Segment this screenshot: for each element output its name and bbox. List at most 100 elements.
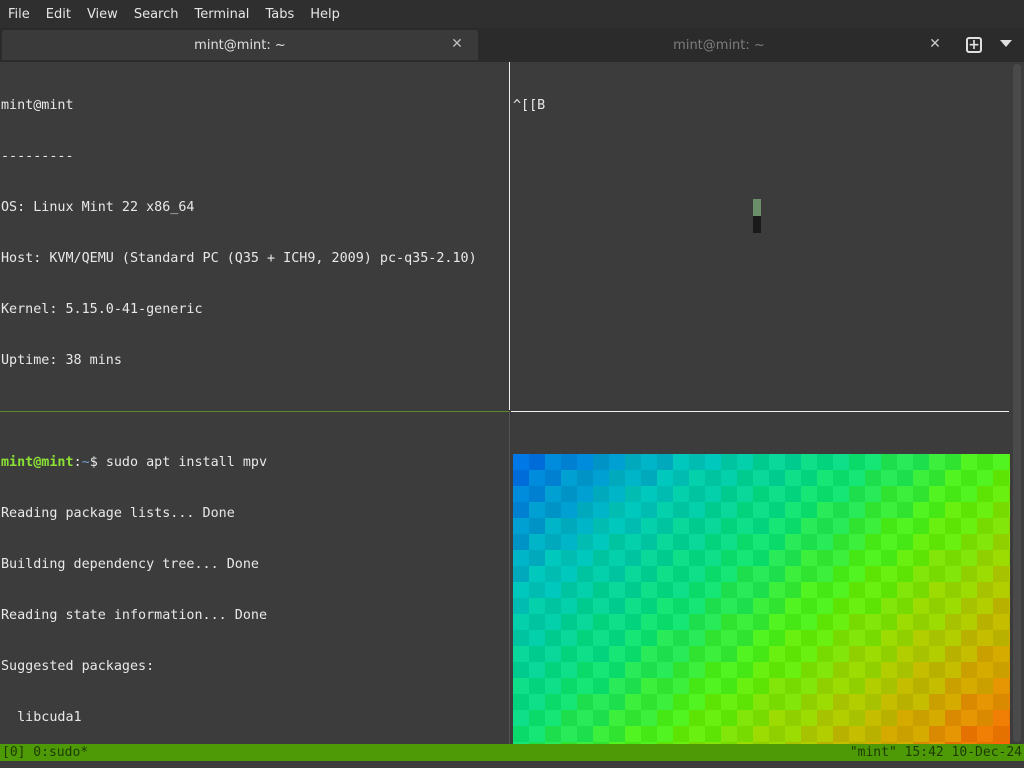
gradient-cell <box>673 502 689 518</box>
gradient-cell <box>561 582 577 598</box>
gradient-cell <box>561 518 577 534</box>
gradient-cell <box>913 678 929 694</box>
gradient-cell <box>625 662 641 678</box>
gradient-cell <box>737 694 753 710</box>
gradient-cell <box>689 534 705 550</box>
gradient-cell <box>769 550 785 566</box>
menu-search[interactable]: Search <box>126 7 187 22</box>
gradient-cell <box>769 454 785 470</box>
gradient-cell <box>625 630 641 646</box>
plus-square-icon[interactable]: + <box>966 37 982 53</box>
gradient-cell <box>1009 454 1010 470</box>
gradient-cell <box>849 614 865 630</box>
tab-terminal-1[interactable]: mint@mint: ~ ✕ <box>2 30 478 60</box>
gradient-cell <box>609 598 625 614</box>
gradient-cell <box>689 486 705 502</box>
gradient-cell <box>737 470 753 486</box>
gradient-cell <box>625 710 641 726</box>
tab-terminal-2[interactable]: mint@mint: ~ ✕ <box>482 30 956 60</box>
status-window-list[interactable]: [0] 0:sudo* <box>2 744 88 761</box>
tmux-pane-bottom-right[interactable] <box>513 420 1010 744</box>
gradient-cell <box>913 454 929 470</box>
gradient-cell <box>833 502 849 518</box>
gradient-cell <box>897 454 913 470</box>
gradient-cell <box>593 614 609 630</box>
gradient-cell <box>977 454 993 470</box>
gradient-cell <box>529 454 545 470</box>
gradient-cell <box>801 534 817 550</box>
gradient-cell <box>913 694 929 710</box>
gradient-cell <box>769 486 785 502</box>
tmux-pane-top-right[interactable]: ^[[B <box>513 63 1008 408</box>
menu-terminal[interactable]: Terminal <box>186 7 257 22</box>
gradient-cell <box>849 646 865 662</box>
gradient-cell <box>881 726 897 742</box>
gradient-cell <box>513 662 529 678</box>
gradient-cell <box>753 502 769 518</box>
gradient-cell <box>801 630 817 646</box>
menu-edit[interactable]: Edit <box>38 7 79 22</box>
menu-view[interactable]: View <box>79 7 126 22</box>
gradient-cell <box>913 630 929 646</box>
gradient-cell <box>881 454 897 470</box>
close-icon[interactable]: ✕ <box>926 35 944 53</box>
gradient-cell <box>865 534 881 550</box>
gradient-cell <box>801 614 817 630</box>
gradient-cell <box>721 614 737 630</box>
menu-file[interactable]: File <box>0 7 38 22</box>
tmux-pane-top-left[interactable]: mint@mint --------- OS: Linux Mint 22 x8… <box>1 63 506 408</box>
gradient-cell <box>1009 678 1010 694</box>
gradient-cell <box>769 694 785 710</box>
gradient-cell <box>657 710 673 726</box>
gradient-cell <box>929 726 945 742</box>
gradient-cell <box>673 726 689 742</box>
gradient-cell <box>897 470 913 486</box>
chevron-down-icon[interactable] <box>1000 40 1012 47</box>
gradient-cell <box>833 470 849 486</box>
gradient-cell <box>705 694 721 710</box>
gradient-cell <box>865 678 881 694</box>
gradient-cell <box>929 678 945 694</box>
terminal-area[interactable]: mint@mint --------- OS: Linux Mint 22 x8… <box>0 62 1024 768</box>
tab-label: mint@mint: ~ <box>194 37 286 53</box>
gradient-cell <box>657 454 673 470</box>
close-icon[interactable]: ✕ <box>448 35 466 53</box>
gradient-cell <box>801 662 817 678</box>
gradient-cell <box>929 710 945 726</box>
gradient-cell <box>849 582 865 598</box>
gradient-cell <box>657 550 673 566</box>
tmux-status-bar: [0] 0:sudo* "mint" 15:42 10-Dec-24 <box>0 744 1024 761</box>
gradient-cell <box>801 550 817 566</box>
gradient-cell <box>865 646 881 662</box>
menu-tabs[interactable]: Tabs <box>257 7 302 22</box>
gradient-cell <box>833 678 849 694</box>
tmux-pane-bottom-left[interactable]: mint@mint:~$ sudo apt install mpv Readin… <box>1 420 506 740</box>
gradient-cell <box>593 534 609 550</box>
gradient-cell <box>833 646 849 662</box>
gradient-cell <box>865 598 881 614</box>
gradient-cell <box>721 630 737 646</box>
gradient-cell <box>897 662 913 678</box>
gradient-cell <box>577 486 593 502</box>
terminal-scrollbar[interactable] <box>1013 64 1021 742</box>
gradient-cell <box>673 582 689 598</box>
gradient-cell <box>561 598 577 614</box>
gradient-cell <box>593 598 609 614</box>
gradient-cell <box>865 566 881 582</box>
menu-help[interactable]: Help <box>302 7 348 22</box>
gradient-cell <box>929 518 945 534</box>
gradient-cell <box>593 582 609 598</box>
gradient-cell <box>513 726 529 742</box>
gradient-cell <box>993 694 1009 710</box>
gradient-cell <box>849 662 865 678</box>
gradient-cell <box>577 550 593 566</box>
gradient-cell <box>673 470 689 486</box>
gradient-cell <box>673 694 689 710</box>
gradient-cell <box>865 694 881 710</box>
gradient-cell <box>705 502 721 518</box>
gradient-cell <box>561 614 577 630</box>
gradient-cell <box>561 678 577 694</box>
gradient-cell <box>977 694 993 710</box>
gradient-cell <box>1009 550 1010 566</box>
gradient-cell <box>545 646 561 662</box>
